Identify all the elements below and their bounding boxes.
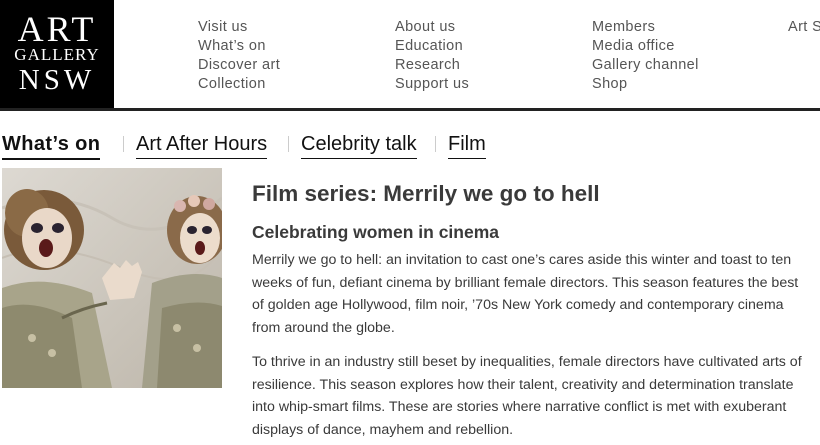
- article-subtitle: Celebrating women in cinema: [252, 222, 499, 242]
- nav-link-research[interactable]: Research: [395, 56, 469, 75]
- nav-link-education[interactable]: Education: [395, 37, 469, 56]
- subnav-separator: [123, 136, 124, 152]
- logo-line-nsw: NSW: [18, 64, 96, 96]
- subnav-celebrity-talk[interactable]: Celebrity talk: [301, 130, 417, 159]
- nav-column-3: Members Media office Gallery channel Sho…: [592, 18, 699, 94]
- subnav-whats-on[interactable]: What’s on: [2, 130, 101, 160]
- subnav-separator: [288, 136, 289, 152]
- nav-link-whats-on[interactable]: What’s on: [198, 37, 280, 56]
- logo-line-gallery: GALLERY: [14, 45, 100, 64]
- subnav-art-after-hours[interactable]: Art After Hours: [136, 130, 268, 159]
- subnav-separator: [435, 136, 436, 152]
- logo-line-art: ART: [17, 9, 97, 49]
- header-divider: [0, 108, 820, 111]
- article-paragraph-1: Merrily we go to hell: an invitation to …: [252, 252, 799, 336]
- nav-link-shop[interactable]: Shop: [592, 75, 699, 94]
- nav-link-support-us[interactable]: Support us: [395, 75, 469, 94]
- nav-link-discover-art[interactable]: Discover art: [198, 56, 280, 75]
- subnav-film[interactable]: Film: [448, 130, 486, 159]
- nav-column-1: Visit us What’s on Discover art Collecti…: [198, 18, 280, 94]
- film-series-feature-image: [2, 168, 222, 388]
- article-paragraph-2: To thrive in an industry still beset by …: [252, 354, 802, 438]
- art-gallery-nsw-logo[interactable]: ART GALLERY NSW: [0, 0, 114, 110]
- nav-link-gallery-channel[interactable]: Gallery channel: [592, 56, 699, 75]
- nav-link-about-us[interactable]: About us: [395, 18, 469, 37]
- nav-link-art-s[interactable]: Art S: [788, 18, 820, 37]
- nav-column-4: Art S: [788, 18, 820, 37]
- nav-link-visit-us[interactable]: Visit us: [198, 18, 280, 37]
- nav-column-2: About us Education Research Support us: [395, 18, 469, 94]
- article-title: Film series: Merrily we go to hell: [252, 181, 600, 206]
- nav-link-members[interactable]: Members: [592, 18, 699, 37]
- nav-link-media-office[interactable]: Media office: [592, 37, 699, 56]
- nav-link-collection[interactable]: Collection: [198, 75, 280, 94]
- film-series-article: Film series: Merrily we go to hell Celeb…: [252, 180, 812, 441]
- feature-photo-graphic: [2, 168, 222, 388]
